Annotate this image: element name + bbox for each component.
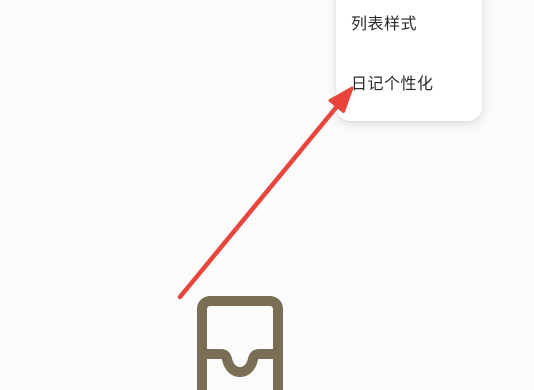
inbox-tray-icon bbox=[197, 296, 283, 390]
screen: 列表样式 日记个性化 bbox=[0, 0, 534, 390]
